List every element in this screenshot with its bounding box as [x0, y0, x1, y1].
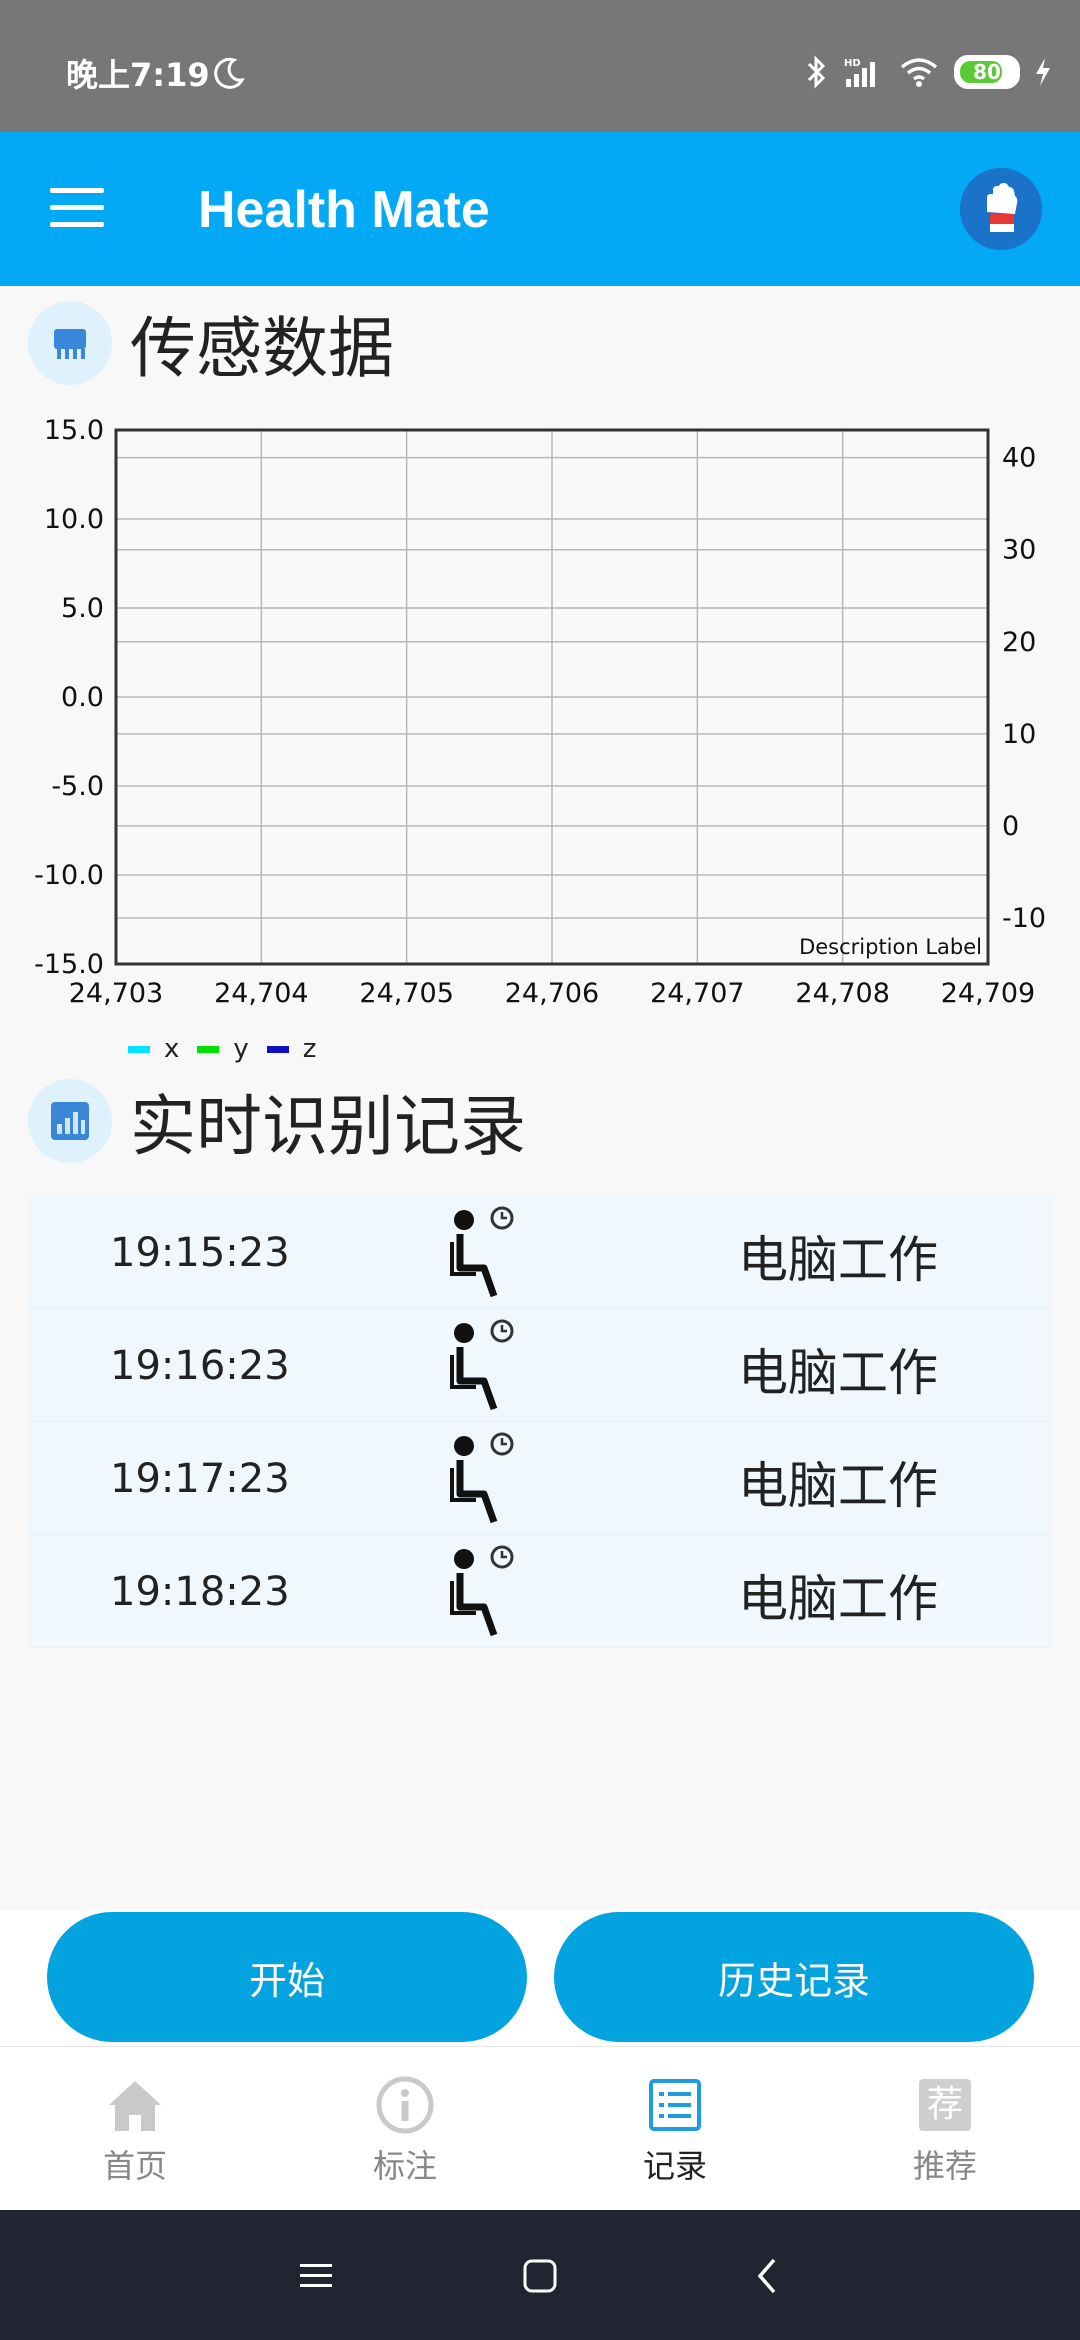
chart-y-left-tick-label: 0.0 — [61, 682, 104, 713]
back-icon[interactable] — [746, 2254, 790, 2298]
chart-x-tick-label: 24,703 — [69, 978, 163, 1009]
chart-y-left-tick-label: 15.0 — [44, 415, 104, 446]
chart-x-tick-label: 24,709 — [941, 978, 1035, 1009]
chart-y-right-tick-label: 30 — [1002, 535, 1036, 566]
home-icon — [105, 2075, 165, 2135]
chart-y-left-tick-label: 10.0 — [44, 504, 104, 535]
chart-y-right-tick-label: 10 — [1002, 719, 1036, 750]
record-time: 19:17:23 — [110, 1456, 290, 1502]
legend-label: z — [302, 1034, 317, 1064]
svg-text:HD: HD — [844, 58, 861, 69]
nav-label-recommend: 推荐 — [912, 2147, 977, 2185]
records-section-header: 实时识别记录 — [28, 1076, 526, 1166]
recommend-glyph: 荐 — [919, 2079, 971, 2131]
nav-item-recommend[interactable]: 荐 推荐 — [855, 2075, 1035, 2187]
sensor-chip-icon — [54, 329, 86, 359]
status-icons: HD 80 — [806, 52, 1052, 92]
record-activity: 电脑工作 — [738, 1570, 938, 1628]
sitting-person-clock-icon — [450, 1319, 514, 1411]
legend-label: y — [233, 1034, 249, 1064]
action-area: 开始 历史记录 — [0, 1910, 1080, 2046]
legend-item: x — [128, 1034, 179, 1064]
record-activity: 电脑工作 — [738, 1457, 938, 1515]
legend-swatch — [266, 1045, 289, 1053]
legend-label: x — [164, 1034, 180, 1064]
battery-indicator: 80 — [954, 55, 1020, 89]
chart-y-left-tick-label: -5.0 — [51, 771, 104, 802]
sensor-section-title: 传感数据 — [130, 310, 394, 387]
legend-swatch — [197, 1045, 220, 1053]
charging-icon — [1036, 58, 1050, 86]
chart-y-right-tick-label: 0 — [1002, 811, 1019, 842]
bar-chart-icon — [51, 1102, 89, 1140]
info-icon — [375, 2075, 435, 2135]
record-activity: 电脑工作 — [738, 1344, 938, 1402]
sitting-person-clock-icon — [450, 1206, 514, 1298]
fist-icon — [960, 168, 1042, 250]
nav-item-annotate[interactable]: 标注 — [315, 2075, 495, 2187]
chart-y-right-tick-label: 20 — [1002, 627, 1036, 658]
sitting-person-clock-icon — [450, 1545, 514, 1637]
sensor-chart[interactable]: 24,703 24,704 24,705 24,706 24,707 24,708 24,7… — [0, 400, 1080, 1060]
bluetooth-icon — [807, 55, 826, 89]
battery-level: 80 — [973, 60, 1001, 84]
legend-swatch — [128, 1045, 150, 1053]
records-section-icon-wrap — [28, 1079, 112, 1163]
menu-icon[interactable] — [50, 188, 104, 228]
chart-x-tick-label: 24,705 — [359, 978, 453, 1009]
recommend-icon: 荐 — [915, 2075, 975, 2135]
record-time: 19:15:23 — [110, 1230, 290, 1276]
record-row[interactable]: 19:15:23 电脑工作 — [28, 1196, 1052, 1309]
history-button[interactable]: 历史记录 — [554, 1912, 1034, 2042]
chart-y-right-tick-label: 40 — [1002, 443, 1036, 474]
records-list: 19:15:23 电脑工作 19:16:23 电脑工作 19:17:23 电脑工… — [28, 1196, 1052, 1648]
start-button[interactable]: 开始 — [47, 1912, 527, 2042]
records-section-title: 实时识别记录 — [130, 1088, 526, 1165]
signal-icon: HD — [844, 58, 875, 87]
nav-item-records[interactable]: 记录 — [585, 2075, 765, 2187]
record-row[interactable]: 19:16:23 电脑工作 — [28, 1309, 1052, 1422]
status-time: 晚上7:19 — [66, 56, 210, 94]
moon-icon — [214, 57, 245, 89]
sensor-section-icon-wrap — [28, 301, 112, 385]
chart-x-tick-label: 24,707 — [650, 978, 744, 1009]
nav-label-annotate: 标注 — [372, 2147, 437, 2185]
chart-y-left-tick-label: -15.0 — [34, 949, 104, 980]
system-nav-bar — [0, 2210, 1080, 2340]
list-icon — [645, 2075, 705, 2135]
home-square-icon[interactable] — [518, 2254, 562, 2298]
record-time: 19:16:23 — [110, 1343, 290, 1389]
nav-label-home: 首页 — [102, 2147, 167, 2185]
sitting-person-clock-icon — [450, 1432, 514, 1524]
record-activity: 电脑工作 — [738, 1231, 938, 1289]
app-bar: Health Mate — [0, 132, 1080, 286]
status-bar: 晚上7:19 HD 80 — [0, 0, 1080, 132]
avatar[interactable] — [960, 168, 1042, 250]
chart-legend: x y z — [128, 1034, 316, 1064]
chart-x-tick-label: 24,704 — [214, 978, 308, 1009]
app-title: Health Mate — [198, 181, 490, 239]
record-row[interactable]: 19:17:23 电脑工作 — [28, 1422, 1052, 1535]
nav-label-records: 记录 — [642, 2147, 707, 2185]
nav-item-home[interactable]: 首页 — [45, 2075, 225, 2187]
chart-y-left-tick-label: 5.0 — [61, 593, 104, 624]
wifi-icon — [900, 58, 938, 87]
record-row[interactable]: 19:18:23 电脑工作 — [28, 1535, 1052, 1648]
sensor-section-header: 传感数据 — [28, 298, 394, 388]
sensor-chart-svg: 24,703 24,704 24,705 24,706 24,707 24,708 24,7… — [34, 415, 1046, 1009]
chart-x-tick-label: 24,706 — [505, 978, 599, 1009]
chart-y-left-tick-label: -10.0 — [34, 860, 104, 891]
chart-description-label: Description Label — [799, 935, 982, 959]
legend-item: z — [266, 1034, 317, 1064]
recents-menu-icon[interactable] — [294, 2254, 338, 2298]
legend-item: y — [197, 1034, 249, 1064]
record-time: 19:18:23 — [110, 1569, 290, 1615]
chart-x-tick-label: 24,708 — [795, 978, 889, 1009]
chart-y-right-tick-label: -10 — [1002, 903, 1046, 934]
bottom-nav: 首页 标注 记录 荐 推荐 — [0, 2046, 1080, 2211]
